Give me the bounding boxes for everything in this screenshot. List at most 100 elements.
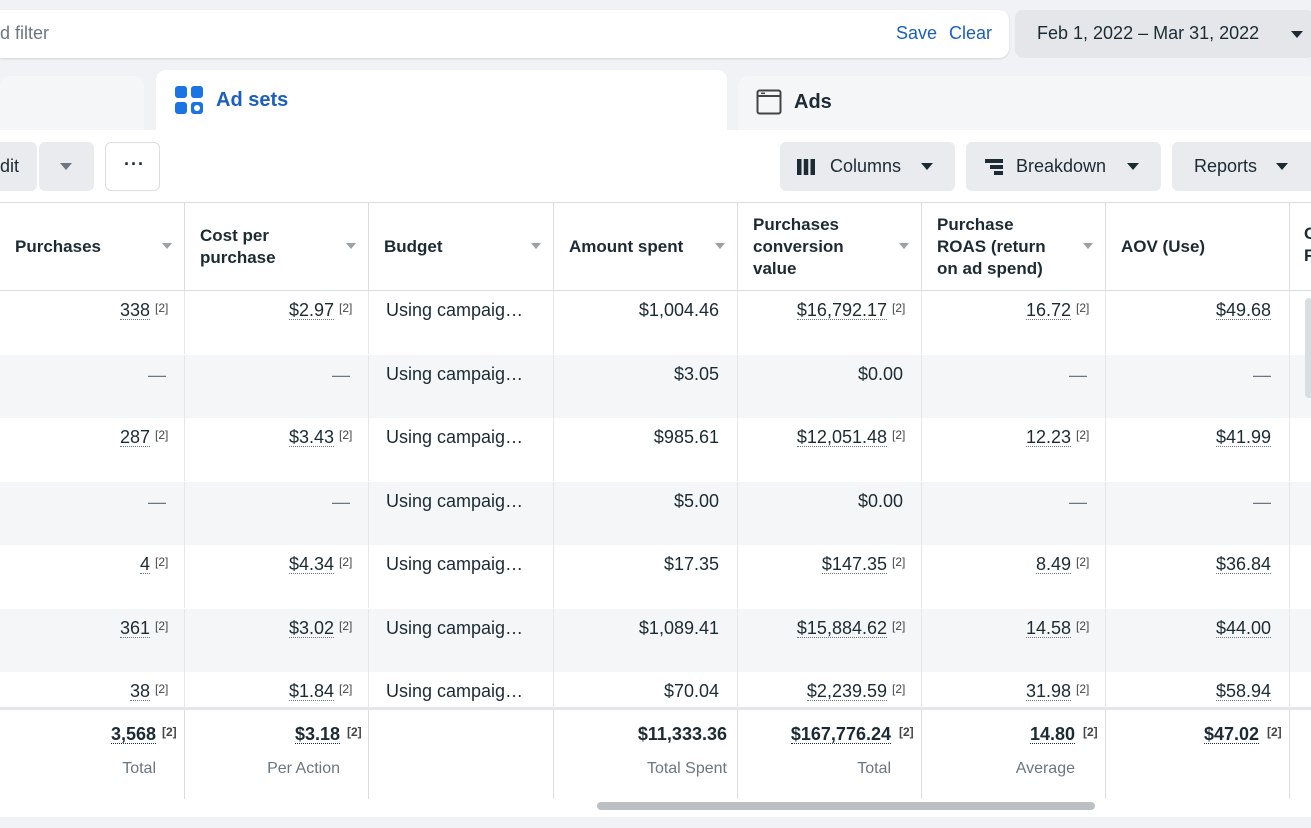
cell-roas: — xyxy=(922,354,1106,418)
cell-conv-value: $0.00 xyxy=(738,354,922,418)
breakdown-label: Breakdown xyxy=(1016,156,1107,176)
cell-budget: Using campaig… xyxy=(369,545,554,608)
tab-campaigns[interactable] xyxy=(0,76,144,132)
tab-ad-sets[interactable]: Ad sets xyxy=(156,70,727,132)
sort-icon[interactable] xyxy=(531,243,541,249)
sort-icon[interactable] xyxy=(715,243,725,249)
filter-placeholder[interactable]: d filter xyxy=(0,23,49,44)
reports-label: Reports xyxy=(1194,156,1258,176)
cell-purchases: 287 [2] xyxy=(0,418,185,481)
footnote-badge: [2] xyxy=(339,682,353,696)
footnote-badge: [2] xyxy=(1076,555,1090,569)
footnote-badge: [2] xyxy=(339,301,353,315)
cell-conv-value: $15,884.62 [2] xyxy=(738,608,922,672)
cell-roas: 12.23 [2] xyxy=(922,418,1106,481)
cell-cpp: — xyxy=(185,481,369,545)
cell-budget: Using campaig… xyxy=(369,608,554,672)
chevron-down-icon xyxy=(1276,163,1288,170)
total-budget xyxy=(369,710,554,799)
footnote-badge: [2] xyxy=(155,618,169,633)
sort-icon[interactable] xyxy=(346,243,356,249)
cell-aov: $49.68 xyxy=(1106,291,1290,354)
total-conversion-value: $167,776.24 [2] Total xyxy=(738,710,922,799)
cell-cpp: $2.97 [2] xyxy=(185,291,369,354)
more-options-button[interactable]: ··· xyxy=(105,142,160,191)
table-row[interactable]: — — Using campaig… $3.05 $0.00— — xyxy=(0,354,1311,418)
footnote-badge: [2] xyxy=(1076,428,1090,442)
tab-ads-label: Ads xyxy=(794,91,832,113)
ads-icon xyxy=(756,89,782,115)
column-header-cut-off: C F xyxy=(1304,224,1311,265)
cell-spent: $5.00 xyxy=(554,481,738,545)
columns-icon xyxy=(797,159,815,175)
cell-spent: $3.05 xyxy=(554,354,738,418)
cell-cpp: — xyxy=(185,354,369,418)
footnote-badge: [2] xyxy=(892,682,906,696)
column-header-budget[interactable]: Budget xyxy=(369,203,554,291)
total-roas: 14.80 [2] Average xyxy=(922,710,1106,799)
cell-conv-value: $0.00 xyxy=(738,481,922,545)
ad-sets-icon xyxy=(175,86,203,114)
clear-filter-link[interactable]: Clear xyxy=(949,23,992,44)
table-row[interactable]: 361 [2] $3.02 [2] Using campaig… $1,089.41 $15… xyxy=(0,608,1311,672)
sort-icon[interactable] xyxy=(162,243,172,249)
date-range-picker[interactable]: Feb 1, 2022 – Mar 31, 2022 xyxy=(1015,10,1311,58)
footnote-badge: [2] xyxy=(339,618,353,633)
cell-aov: $41.99 xyxy=(1106,418,1290,481)
cell-cpp: $3.43 [2] xyxy=(185,418,369,481)
cell-roas: 16.72 [2] xyxy=(922,291,1106,354)
cell-spent: $17.35 xyxy=(554,545,738,608)
columns-label: Columns xyxy=(830,156,902,176)
table-row[interactable]: 338 [2] $2.97 [2] Using campaig… $1,004.46 $16… xyxy=(0,291,1311,354)
main-panel: dit ··· Columns Breakdown Reports Purcha… xyxy=(0,130,1311,817)
footnote-badge: [2] xyxy=(892,301,906,315)
cell-purchases: 338 [2] xyxy=(0,291,185,354)
column-header-amount-spent[interactable]: Amount spent xyxy=(554,203,738,291)
cell-purchases: 361 [2] xyxy=(0,608,185,672)
columns-button[interactable]: Columns xyxy=(780,142,955,191)
table-row[interactable]: 287 [2] $3.43 [2] Using campaig… $985.61 $12,0… xyxy=(0,418,1311,481)
table-row[interactable]: — — Using campaig… $5.00 $0.00— — xyxy=(0,481,1311,545)
horizontal-scrollbar[interactable] xyxy=(597,802,1095,810)
edit-button[interactable]: dit xyxy=(0,142,37,191)
footnote-badge: [2] xyxy=(1076,618,1090,633)
table-row[interactable]: 4 [2] $4.34 [2] Using campaig… $17.35 $147.35[… xyxy=(0,545,1311,608)
save-filter-link[interactable]: Save xyxy=(896,23,937,44)
edit-dropdown-button[interactable] xyxy=(39,142,94,191)
cell-aov: — xyxy=(1106,481,1290,545)
reports-button[interactable]: Reports xyxy=(1172,142,1311,191)
tab-ads[interactable]: Ads xyxy=(738,76,1311,132)
footnote-badge: [2] xyxy=(339,555,353,569)
cell-purchases: — xyxy=(0,354,185,418)
footnote-badge: [2] xyxy=(339,428,353,442)
column-header-aov[interactable]: AOV (Use) xyxy=(1106,203,1290,291)
total-aov: $47.02 [2] xyxy=(1106,710,1290,799)
table-header: Purchases Cost per purchase Budget Amoun… xyxy=(0,202,1311,291)
column-header-roas[interactable]: Purchase ROAS (return on ad spend) xyxy=(922,203,1106,291)
footnote-badge: [2] xyxy=(892,428,906,442)
column-header-conversion-value[interactable]: Purchases conversion value xyxy=(738,203,922,291)
cell-budget: Using campaig… xyxy=(369,291,554,354)
total-amount-spent: $11,333.36 Total Spent xyxy=(554,710,738,799)
sort-icon[interactable] xyxy=(899,243,909,249)
cell-spent: $985.61 xyxy=(554,418,738,481)
filter-bar[interactable]: d filter Save Clear xyxy=(0,10,1009,58)
breakdown-button[interactable]: Breakdown xyxy=(966,142,1161,191)
sort-icon[interactable] xyxy=(1083,243,1093,249)
column-header-cost-per-purchase[interactable]: Cost per purchase xyxy=(185,203,369,291)
cell-purchases: 4 [2] xyxy=(0,545,185,608)
vertical-scrollbar[interactable] xyxy=(1305,298,1311,398)
total-cost-per-purchase: $3.18 [2] Per Action xyxy=(185,710,369,799)
chevron-down-icon xyxy=(921,163,933,170)
chevron-down-icon xyxy=(1291,31,1303,38)
footnote-badge: [2] xyxy=(155,301,169,315)
footnote-badge: [2] xyxy=(155,428,169,442)
chevron-down-icon xyxy=(1127,163,1139,170)
cell-roas: — xyxy=(922,481,1106,545)
column-header-purchases[interactable]: Purchases xyxy=(0,203,185,291)
footnote-badge: [2] xyxy=(892,555,906,569)
cell-budget: Using campaig… xyxy=(369,481,554,545)
footnote-badge: [2] xyxy=(155,555,169,569)
cell-roas: 14.58 [2] xyxy=(922,608,1106,672)
tab-ad-sets-label: Ad sets xyxy=(216,89,289,111)
